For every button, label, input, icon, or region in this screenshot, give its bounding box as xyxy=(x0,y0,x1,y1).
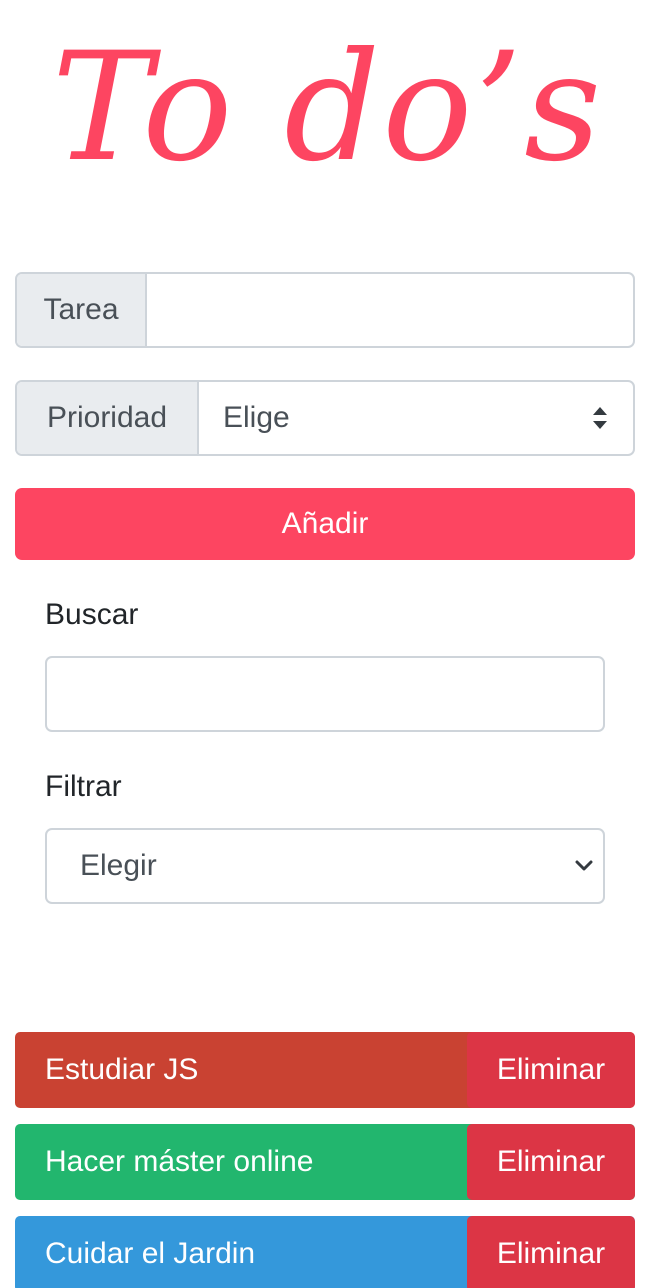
todo-item: Estudiar JS Eliminar xyxy=(15,1032,635,1108)
filter-label: Filtrar xyxy=(45,770,122,803)
priority-select[interactable]: Elige xyxy=(199,382,633,454)
priority-select-value: Elige xyxy=(223,401,290,434)
page: To do’s Tarea Prioridad Elige Añadir Bus… xyxy=(0,0,655,1288)
delete-button[interactable]: Eliminar xyxy=(467,1216,635,1288)
chevron-down-icon xyxy=(575,860,593,871)
sort-arrows-icon xyxy=(593,407,607,429)
search-label: Buscar xyxy=(45,598,139,631)
page-title: To do’s xyxy=(51,21,604,195)
delete-button[interactable]: Eliminar xyxy=(467,1032,635,1108)
todo-item: Hacer máster online Eliminar xyxy=(15,1124,635,1200)
add-button[interactable]: Añadir xyxy=(15,488,635,560)
task-input-group: Tarea xyxy=(15,272,635,348)
filter-select-value: Elegir xyxy=(80,849,157,882)
search-input[interactable] xyxy=(45,656,605,732)
todo-item: Cuidar el Jardin Eliminar xyxy=(15,1216,635,1288)
filter-select[interactable]: Elegir xyxy=(45,828,605,904)
priority-label: Prioridad xyxy=(17,382,199,454)
delete-button[interactable]: Eliminar xyxy=(467,1124,635,1200)
task-label: Tarea xyxy=(17,274,147,346)
task-input[interactable] xyxy=(147,274,633,346)
priority-input-group: Prioridad Elige xyxy=(15,380,635,456)
